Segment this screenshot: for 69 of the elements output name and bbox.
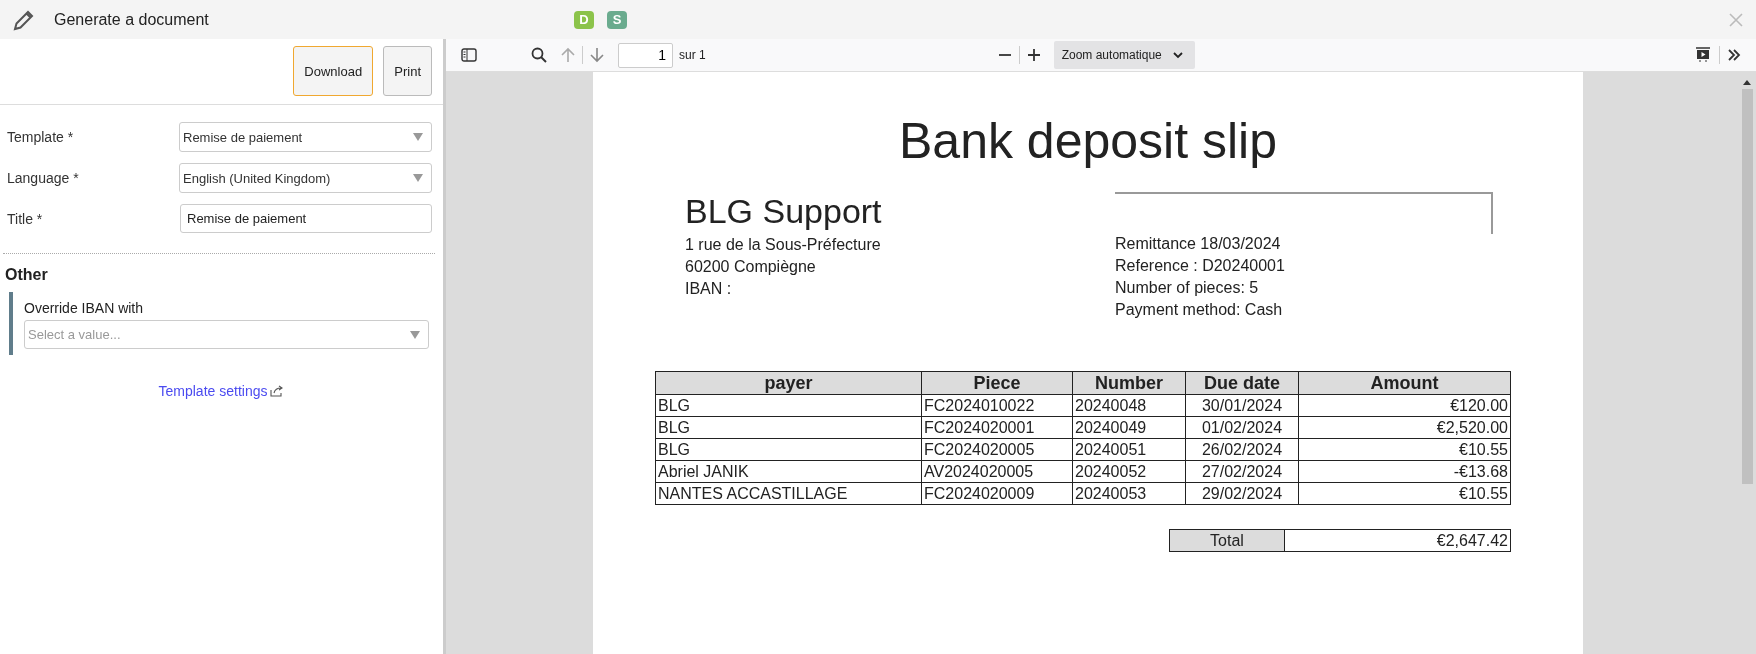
table-cell: 30/01/2024 bbox=[1185, 394, 1299, 417]
table-cell: BLG bbox=[655, 438, 922, 461]
table-cell: €120.00 bbox=[1298, 394, 1511, 417]
table-cell: FC2024010022 bbox=[921, 394, 1073, 417]
table-cell: 01/02/2024 bbox=[1185, 416, 1299, 439]
field-label: Override IBAN with bbox=[24, 300, 145, 316]
table-cell: 20240048 bbox=[1072, 394, 1186, 417]
field-label: Template * bbox=[7, 129, 75, 145]
external-link-icon bbox=[270, 385, 285, 397]
total-label: Total bbox=[1169, 529, 1285, 552]
download-button[interactable]: Download bbox=[293, 46, 374, 96]
presentation-icon[interactable] bbox=[1694, 46, 1712, 64]
table-cell: 20240051 bbox=[1072, 438, 1186, 461]
column-header: Number bbox=[1072, 371, 1186, 395]
table-cell: Abriel JANIK bbox=[655, 460, 922, 483]
dropdown-arrow-icon bbox=[413, 133, 423, 141]
arrow-down-icon[interactable] bbox=[590, 47, 604, 63]
table-cell: AV2024020005 bbox=[921, 460, 1073, 483]
table-cell: 27/02/2024 bbox=[1185, 460, 1299, 483]
info-line: Reference : D20240001 bbox=[1115, 256, 1286, 276]
table-cell: 20240052 bbox=[1072, 460, 1186, 483]
address-line: IBAN : bbox=[685, 279, 733, 299]
column-header: payer bbox=[655, 371, 922, 395]
input-field[interactable]: Remise de paiement bbox=[180, 204, 432, 233]
company-name: BLG Support bbox=[685, 192, 883, 231]
page-number-field[interactable]: 1 bbox=[618, 42, 673, 68]
table-cell: -€13.68 bbox=[1298, 460, 1511, 483]
section-heading: Other bbox=[4, 265, 49, 285]
dropdown-arrow-icon bbox=[413, 174, 423, 182]
badge: S bbox=[607, 10, 627, 29]
total-value: €2,647.42 bbox=[1284, 529, 1511, 552]
zoom-in-icon[interactable] bbox=[1026, 48, 1041, 62]
table-cell: BLG bbox=[655, 416, 922, 439]
info-line: Number of pieces: 5 bbox=[1115, 278, 1260, 298]
table-cell: €2,520.00 bbox=[1298, 416, 1511, 439]
table-cell: FC2024020009 bbox=[921, 482, 1073, 505]
chevron-down-icon bbox=[1172, 51, 1183, 59]
window-title: Generate a document bbox=[54, 10, 210, 29]
select-field[interactable]: Remise de paiement bbox=[179, 122, 432, 152]
table-cell: FC2024020001 bbox=[921, 416, 1073, 439]
search-icon[interactable] bbox=[531, 47, 547, 63]
table-cell: 20240053 bbox=[1072, 482, 1186, 505]
print-button[interactable]: Print bbox=[383, 46, 432, 96]
info-line: Remittance 18/03/2024 bbox=[1115, 234, 1282, 254]
info-line: Payment method: Cash bbox=[1115, 300, 1284, 320]
table-cell: BLG bbox=[655, 394, 922, 417]
zoom-dropdown[interactable]: Zoom automatique bbox=[1053, 41, 1195, 69]
table-cell: €10.55 bbox=[1298, 482, 1511, 505]
column-header: Amount bbox=[1298, 371, 1511, 395]
column-header: Piece bbox=[921, 371, 1073, 395]
table-cell: €10.55 bbox=[1298, 438, 1511, 461]
column-header: Due date bbox=[1185, 371, 1299, 395]
table-cell: FC2024020005 bbox=[921, 438, 1073, 461]
address-line: 1 rue de la Sous-Préfecture bbox=[685, 235, 882, 255]
table-cell: 26/02/2024 bbox=[1185, 438, 1299, 461]
table-cell: NANTES ACCASTILLAGE bbox=[655, 482, 922, 505]
dropdown-arrow-icon bbox=[410, 330, 420, 339]
select-field[interactable]: English (United Kingdom) bbox=[179, 163, 432, 193]
template-settings-link[interactable]: Template settings bbox=[158, 383, 268, 399]
double-chevron-icon[interactable] bbox=[1727, 48, 1741, 62]
field-label: Title * bbox=[7, 210, 44, 227]
table-cell: 29/02/2024 bbox=[1185, 482, 1299, 505]
address-line: 60200 Compiègne bbox=[685, 257, 817, 277]
field-label: Language * bbox=[7, 170, 80, 186]
table-cell: 20240049 bbox=[1072, 416, 1186, 439]
document-title: Bank deposit slip bbox=[898, 112, 1278, 170]
badge: D bbox=[574, 10, 594, 29]
sidebar-toggle-icon[interactable] bbox=[461, 48, 477, 62]
page-count: sur 1 bbox=[679, 48, 706, 62]
